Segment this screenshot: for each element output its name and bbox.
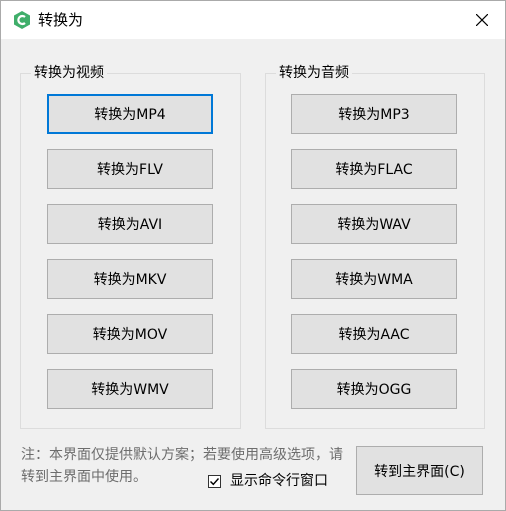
audio-group-label: 转换为音频 <box>276 64 352 82</box>
show-cmd-checkbox[interactable] <box>208 474 221 488</box>
convert-wav-button[interactable]: 转换为WAV <box>291 204 457 244</box>
convert-aac-button[interactable]: 转换为AAC <box>291 314 457 354</box>
convert-avi-button[interactable]: 转换为AVI <box>47 204 213 244</box>
show-cmd-label[interactable]: 显示命令行窗口 <box>230 472 328 490</box>
convert-flac-button[interactable]: 转换为FLAC <box>291 149 457 189</box>
convert-mov-button[interactable]: 转换为MOV <box>47 314 213 354</box>
go-to-main-button[interactable]: 转到主界面(C) <box>356 446 483 495</box>
audio-group: 转换为音频 转换为MP3 转换为FLAC 转换为WAV 转换为WMA 转换为AA… <box>265 64 485 429</box>
convert-ogg-button[interactable]: 转换为OGG <box>291 369 457 409</box>
title-bar[interactable]: 转换为 <box>1 1 505 39</box>
convert-wma-button[interactable]: 转换为WMA <box>291 259 457 299</box>
video-group-label: 转换为视频 <box>31 64 107 82</box>
video-group: 转换为视频 转换为MP4 转换为FLV 转换为AVI 转换为MKV 转换为MOV… <box>20 64 241 429</box>
convert-mp3-button[interactable]: 转换为MP3 <box>291 94 457 134</box>
show-cmd-checkbox-row[interactable]: 显示命令行窗口 <box>208 472 328 490</box>
close-icon <box>476 14 488 26</box>
close-button[interactable] <box>459 1 505 39</box>
convert-mp4-button[interactable]: 转换为MP4 <box>47 94 213 134</box>
checkmark-icon <box>210 477 220 485</box>
app-logo-icon <box>14 11 30 29</box>
convert-flv-button[interactable]: 转换为FLV <box>47 149 213 189</box>
window-title: 转换为 <box>38 11 84 29</box>
convert-wmv-button[interactable]: 转换为WMV <box>47 369 213 409</box>
dialog-window: 转换为 转换为视频 转换为MP4 转换为FLV 转换为AVI 转换为MKV 转换… <box>0 0 506 511</box>
convert-mkv-button[interactable]: 转换为MKV <box>47 259 213 299</box>
